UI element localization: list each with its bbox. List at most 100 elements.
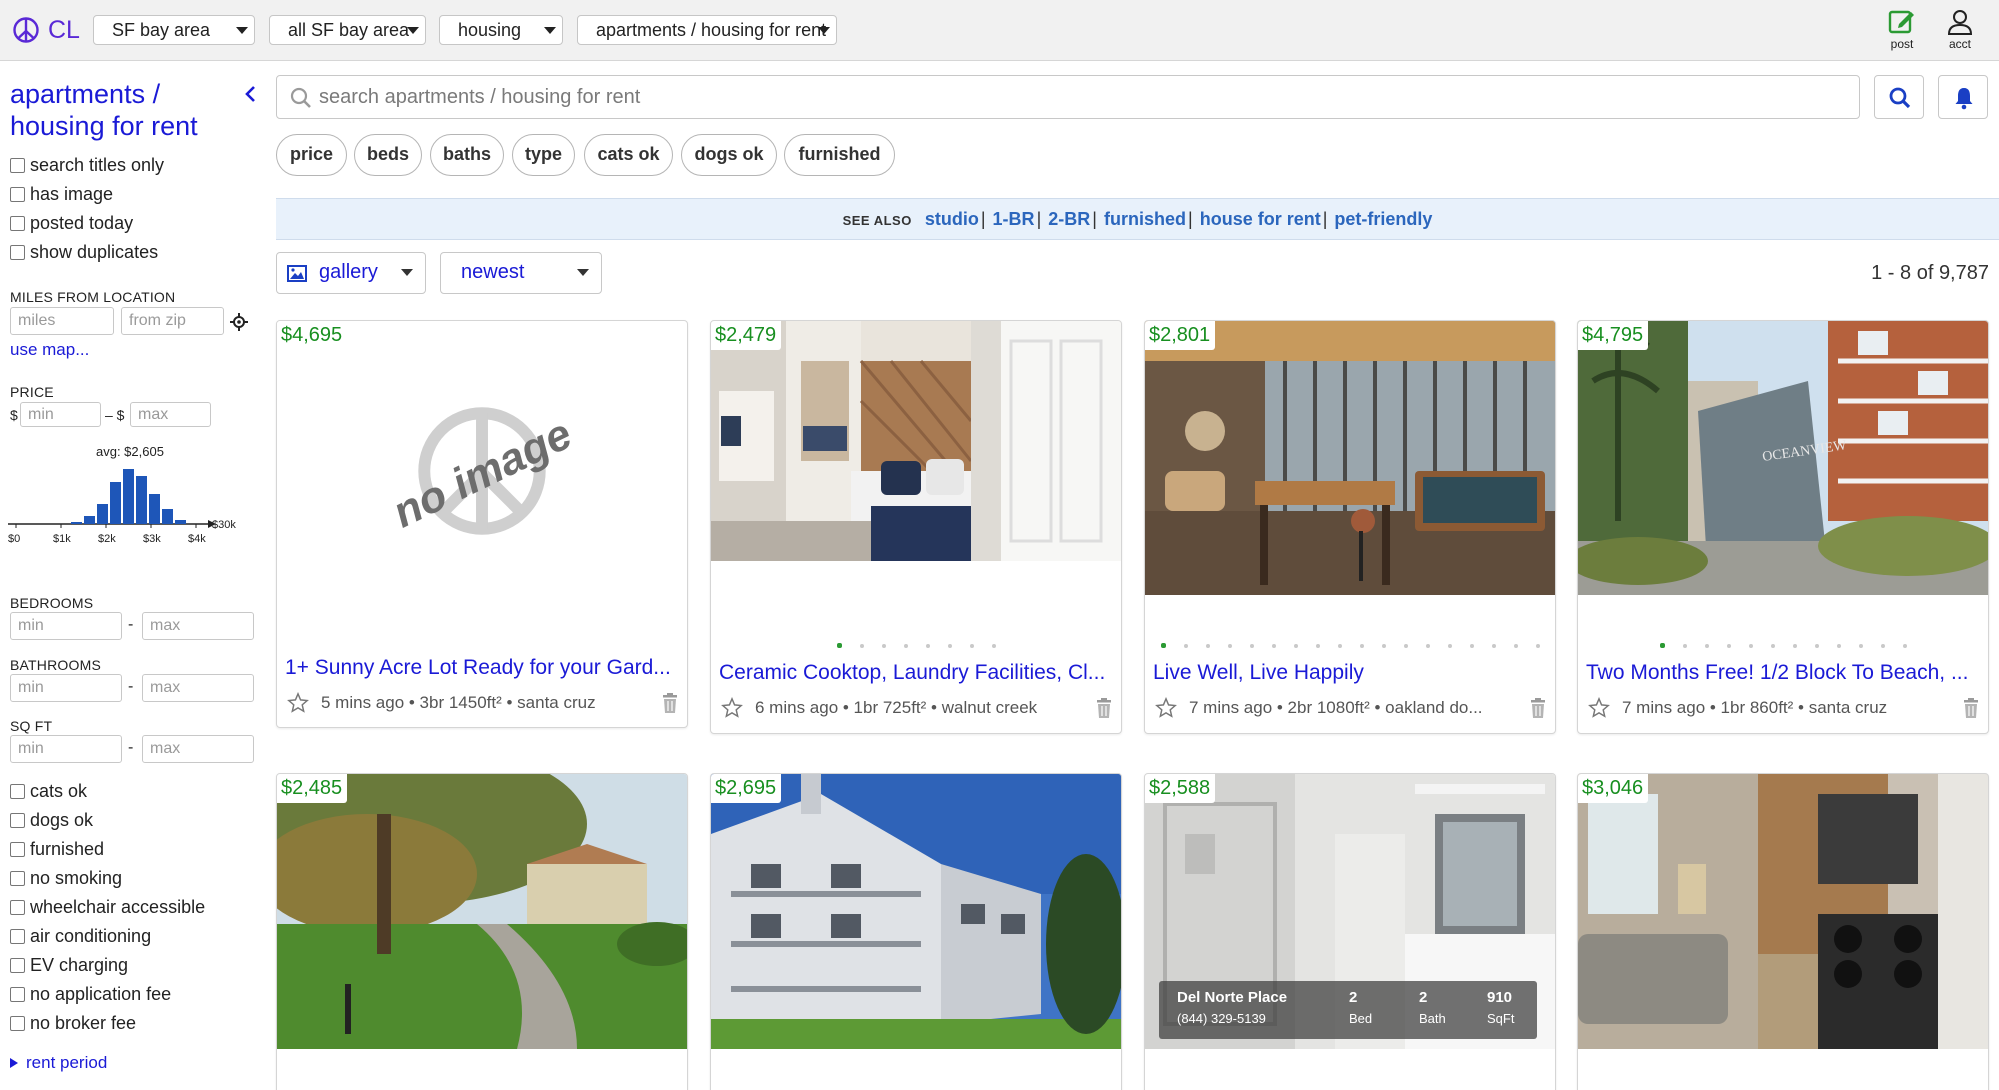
carousel-dot[interactable] [1836, 643, 1841, 648]
checkbox-box[interactable] [10, 899, 25, 915]
image-carousel-dots[interactable] [1145, 637, 1555, 649]
checkbox-no-application-fee[interactable]: no application fee [10, 983, 171, 1005]
carousel-dot[interactable] [969, 643, 974, 648]
carousel-dot[interactable] [1425, 643, 1430, 648]
craigslist-logo[interactable]: CL [12, 14, 80, 46]
carousel-dot[interactable] [1792, 643, 1797, 648]
checkbox-box[interactable] [10, 215, 25, 231]
checkbox-furnished[interactable]: furnished [10, 838, 104, 860]
checkbox-no-smoking[interactable]: no smoking [10, 867, 122, 889]
carousel-dot[interactable] [1403, 643, 1408, 648]
carousel-dot[interactable] [836, 643, 842, 649]
carousel-dot[interactable] [1491, 643, 1496, 648]
star-icon[interactable] [1155, 697, 1177, 719]
miles-input[interactable]: miles [10, 307, 114, 335]
listing-image[interactable]: OCEANVIEW [1578, 321, 1988, 595]
locate-icon[interactable] [229, 312, 249, 332]
carousel-dot[interactable] [1183, 643, 1188, 648]
carousel-dot[interactable] [859, 643, 864, 648]
checkbox-air-conditioning[interactable]: air conditioning [10, 925, 151, 947]
carousel-dot[interactable] [991, 643, 996, 648]
listing-title[interactable]: Ceramic Cooktop, Laundry Facilities, Cl.… [719, 661, 1113, 685]
see-also-link-pet-friendly[interactable]: pet-friendly [1334, 209, 1432, 229]
checkbox-box[interactable] [10, 244, 25, 260]
image-carousel-dots[interactable] [1578, 637, 1988, 649]
price-min-input[interactable]: min [20, 402, 101, 427]
filter-type[interactable]: type [512, 134, 575, 176]
checkbox-box[interactable] [10, 928, 25, 944]
sqft-min-input[interactable]: min [10, 735, 122, 763]
checkbox-search-titles-only[interactable]: search titles only [10, 154, 164, 176]
carousel-dot[interactable] [1381, 643, 1386, 648]
checkbox-show-duplicates[interactable]: show duplicates [10, 241, 158, 263]
checkbox-has-image[interactable]: has image [10, 183, 113, 205]
listing-card[interactable]: $2,588 Del Norte Place (844) 329-5139 2 … [1144, 773, 1556, 1090]
see-also-link-house[interactable]: house for rent [1200, 209, 1321, 229]
carousel-dot[interactable] [1814, 643, 1819, 648]
carousel-dot[interactable] [1682, 643, 1687, 648]
listing-card[interactable]: $2,695 [710, 773, 1122, 1090]
carousel-dot[interactable] [1535, 643, 1540, 648]
listing-card[interactable]: $2,485 [276, 773, 688, 1090]
filter-dogs-ok[interactable]: dogs ok [681, 134, 777, 176]
listing-card[interactable]: $3,046 [1577, 773, 1989, 1090]
trash-icon[interactable] [1095, 698, 1113, 718]
star-icon[interactable] [1588, 697, 1610, 719]
checkbox-box[interactable] [10, 870, 25, 886]
carousel-dot[interactable] [925, 643, 930, 648]
carousel-dot[interactable] [1902, 643, 1907, 648]
checkbox-wheelchair-accessible[interactable]: wheelchair accessible [10, 896, 205, 918]
listing-title[interactable]: 1+ Sunny Acre Lot Ready for your Gard... [285, 656, 679, 680]
filter-baths[interactable]: baths [430, 134, 504, 176]
trash-icon[interactable] [661, 693, 679, 713]
carousel-dot[interactable] [1704, 643, 1709, 648]
bathrooms-max-input[interactable]: max [142, 674, 254, 702]
carousel-dot[interactable] [1726, 643, 1731, 648]
carousel-dot[interactable] [903, 643, 908, 648]
search-input[interactable]: search apartments / housing for rent [276, 75, 1860, 119]
region-select[interactable]: SF bay area [93, 15, 255, 45]
listing-image[interactable] [711, 321, 1121, 561]
carousel-dot[interactable] [947, 643, 952, 648]
subregion-select[interactable]: all SF bay area [269, 15, 426, 45]
carousel-dot[interactable] [1271, 643, 1276, 648]
listing-image[interactable] [711, 774, 1121, 1049]
carousel-dot[interactable] [1205, 643, 1210, 648]
carousel-dot[interactable] [1447, 643, 1452, 648]
checkbox-box[interactable] [10, 186, 25, 202]
carousel-dot[interactable] [1659, 643, 1665, 649]
carousel-dot[interactable] [1359, 643, 1364, 648]
filter-price[interactable]: price [276, 134, 347, 176]
checkbox-no-broker-fee[interactable]: no broker fee [10, 1012, 136, 1034]
listing-card[interactable]: no image $4,695 1+ Sunny Acre Lot Ready … [276, 320, 688, 728]
sort-dropdown[interactable]: newest [440, 252, 602, 294]
price-max-input[interactable]: max [130, 402, 211, 427]
listing-image[interactable] [277, 774, 687, 1049]
post-button[interactable]: post [1878, 7, 1926, 53]
saved-search-alert-button[interactable] [1938, 75, 1988, 119]
see-also-link-studio[interactable]: studio [925, 209, 979, 229]
carousel-dot[interactable] [1513, 643, 1518, 648]
bathrooms-min-input[interactable]: min [10, 674, 122, 702]
listing-image[interactable] [1578, 774, 1988, 1049]
subcategory-select[interactable]: apartments / housing for rent [577, 15, 837, 45]
trash-icon[interactable] [1962, 698, 1980, 718]
carousel-dot[interactable] [1770, 643, 1775, 648]
listing-image[interactable] [1145, 321, 1555, 595]
category-title[interactable]: apartments / housing for rent [10, 78, 230, 142]
carousel-dot[interactable] [1249, 643, 1254, 648]
carousel-dot[interactable] [1227, 643, 1232, 648]
carousel-dot[interactable] [1748, 643, 1753, 648]
checkbox-box[interactable] [10, 1015, 25, 1031]
carousel-dot[interactable] [1858, 643, 1863, 648]
account-button[interactable]: acct [1936, 7, 1984, 53]
checkbox-box[interactable] [10, 841, 25, 857]
checkbox-ev-charging[interactable]: EV charging [10, 954, 128, 976]
checkbox-box[interactable] [10, 957, 25, 973]
see-also-link-2br[interactable]: 2-BR [1048, 209, 1090, 229]
checkbox-posted-today[interactable]: posted today [10, 212, 133, 234]
bedrooms-min-input[interactable]: min [10, 612, 122, 640]
use-map-link[interactable]: use map... [10, 340, 89, 360]
zip-input[interactable]: from zip [121, 307, 224, 335]
search-button[interactable] [1874, 75, 1924, 119]
